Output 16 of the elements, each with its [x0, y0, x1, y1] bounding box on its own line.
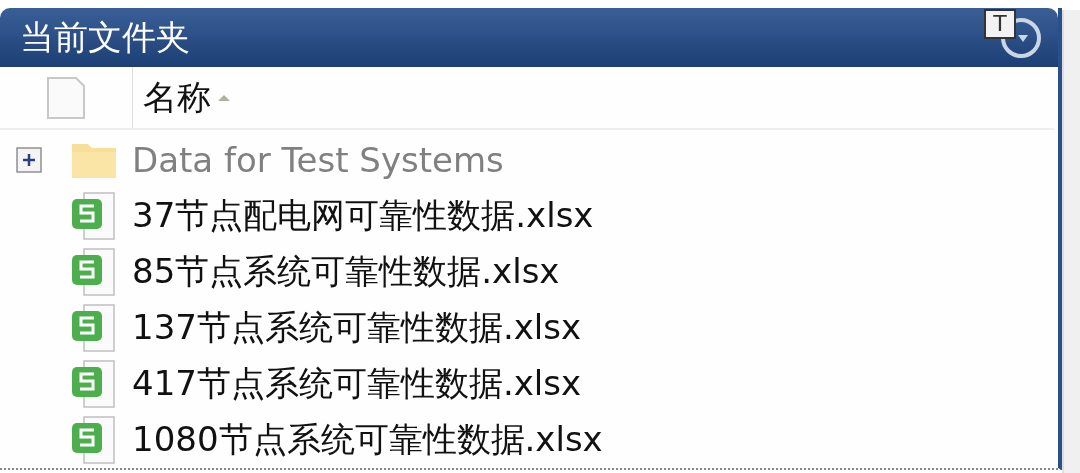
column-header[interactable]: 名称 [133, 67, 231, 128]
panel-title: 当前文件夹 [20, 15, 190, 59]
spreadsheet-icon [70, 191, 118, 241]
file-name[interactable]: 85节点系统可靠性数据.xlsx [132, 249, 560, 295]
title-button[interactable]: T [984, 8, 1016, 39]
spreadsheet-icon [70, 247, 118, 297]
file-icon [46, 75, 86, 120]
spreadsheet-icon [70, 359, 118, 409]
file-name[interactable]: 137节点系统可靠性数据.xlsx [132, 305, 582, 351]
file-name[interactable]: 1080节点系统可靠性数据.xlsx [132, 417, 603, 463]
file-name[interactable]: 37节点配电网可靠性数据.xlsx [132, 193, 594, 239]
file-name[interactable]: 417节点系统可靠性数据.xlsx [132, 361, 582, 407]
expand-icon[interactable] [16, 147, 42, 173]
spreadsheet-icon [70, 303, 118, 353]
folder-name[interactable]: Data for Test Systems [132, 140, 504, 180]
spreadsheet-icon [70, 415, 118, 465]
